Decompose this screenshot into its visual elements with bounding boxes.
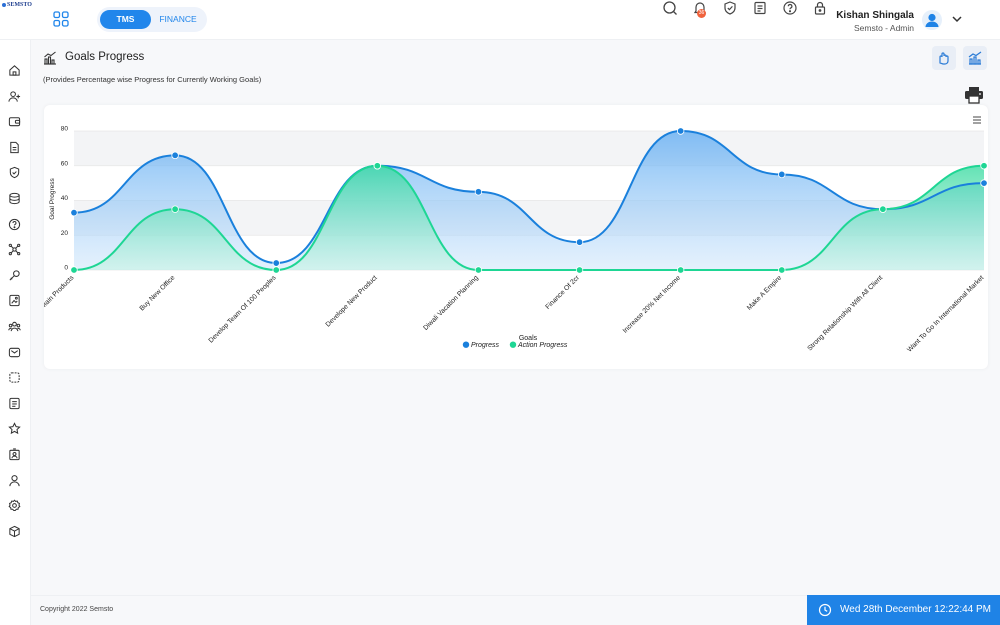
chart-menu-icon[interactable]: [973, 116, 981, 124]
data-point[interactable]: [778, 266, 786, 274]
wallet-icon[interactable]: [8, 115, 21, 128]
refresh-chart-button[interactable]: [932, 46, 956, 70]
print-icon[interactable]: [964, 86, 984, 104]
chart-view-button[interactable]: [963, 46, 987, 70]
notes-icon[interactable]: [752, 0, 768, 16]
home-icon[interactable]: [8, 64, 21, 77]
shield-check-icon[interactable]: [722, 0, 738, 16]
data-point[interactable]: [474, 266, 483, 274]
notification-badge: 36: [697, 9, 706, 18]
data-point[interactable]: [272, 266, 280, 274]
puzzle-icon[interactable]: [8, 371, 21, 384]
database-icon[interactable]: [8, 192, 21, 205]
clock-icon: [818, 603, 832, 617]
x-tick-label: Strong Relationship With All Client: [806, 274, 884, 352]
y-tick-label: 80: [61, 126, 69, 133]
x-tick-label: Want To Go In International Market: [906, 274, 985, 353]
shield-icon[interactable]: [8, 166, 21, 179]
user-name: Kishan Shingala: [836, 10, 914, 21]
x-tick-label: Main Products: [44, 274, 76, 310]
data-point[interactable]: [879, 205, 887, 213]
id-card-icon[interactable]: [8, 448, 21, 461]
data-point[interactable]: [70, 208, 78, 217]
settings-icon[interactable]: [8, 499, 21, 512]
y-axis-label: Goal Progress: [49, 177, 56, 219]
data-point[interactable]: [171, 205, 179, 213]
team-icon[interactable]: [8, 320, 21, 333]
datetime-text: Wed 28th December 12:22:44 PM: [840, 604, 992, 615]
avatar[interactable]: [922, 10, 942, 30]
page-subtitle: (Provides Percentage wise Progress for C…: [43, 75, 262, 84]
help-circle-icon[interactable]: [8, 218, 21, 231]
user-add-icon[interactable]: [8, 90, 21, 103]
chevron-down-icon[interactable]: [951, 14, 963, 24]
chart-growth-icon: [44, 51, 56, 65]
page-title: Goals Progress: [65, 51, 145, 63]
x-tick-label: Diwali Vacation Planning: [422, 274, 480, 332]
image-icon[interactable]: [8, 294, 21, 307]
y-tick-label: 20: [61, 230, 69, 237]
search-icon[interactable]: [662, 0, 678, 16]
legend-marker[interactable]: [462, 341, 470, 348]
data-point[interactable]: [474, 188, 483, 196]
data-point[interactable]: [171, 151, 179, 160]
user-role: Semsto - Admin: [854, 23, 914, 33]
logo-text: SEMSTO: [7, 2, 32, 8]
list-icon[interactable]: [8, 397, 21, 410]
data-point[interactable]: [778, 170, 786, 179]
data-point[interactable]: [980, 179, 988, 187]
data-point[interactable]: [676, 127, 685, 135]
module-switch: TMS FINANCE: [97, 7, 207, 32]
datetime-widget[interactable]: Wed 28th December 12:22:44 PM: [807, 595, 1000, 625]
apps-grid-icon[interactable]: [52, 10, 70, 28]
x-tick-label: Increase 20% Net Income: [622, 274, 682, 334]
copyright-text: Copyright 2022 Semsto: [40, 606, 114, 613]
x-tick-label: Buy New Office: [139, 274, 177, 312]
tab-tms[interactable]: TMS: [100, 10, 151, 29]
x-tick-label: Make A Empire: [746, 274, 783, 311]
star-icon[interactable]: [8, 422, 21, 435]
x-tick-label: Finance Of 2cr: [544, 274, 581, 311]
y-tick-label: 40: [61, 195, 69, 202]
y-tick-label: 0: [64, 265, 68, 272]
data-point[interactable]: [272, 259, 280, 267]
top-bar: SEMSTO TMS FINANCE 36 Kishan Shingala Se…: [0, 0, 1000, 40]
tab-finance[interactable]: FINANCE: [153, 10, 203, 29]
x-tick-label: Develope New Product: [325, 274, 379, 328]
data-point[interactable]: [980, 162, 988, 170]
data-point[interactable]: [676, 266, 685, 274]
data-point[interactable]: [575, 238, 584, 246]
x-tick-label: Develop Team Of 100 Peoples: [208, 274, 278, 344]
document-icon[interactable]: [8, 141, 21, 154]
main-content: Goals Progress (Provides Percentage wise…: [31, 40, 1000, 625]
data-point[interactable]: [373, 162, 382, 170]
legend-label[interactable]: Progress: [471, 342, 500, 349]
data-point[interactable]: [70, 266, 78, 274]
chart-icon: [968, 51, 982, 65]
tool-icon[interactable]: [8, 269, 21, 282]
semsto-logo[interactable]: SEMSTO: [2, 2, 32, 12]
chart-card: 0 20 40 60 80 Main Products Buy New Office Dev…: [44, 105, 988, 369]
mail-icon[interactable]: [8, 346, 21, 359]
hand-icon: [939, 52, 949, 65]
legend-marker[interactable]: [509, 341, 517, 348]
goals-progress-chart: 0 20 40 60 80 Main Products Buy New Office Dev…: [44, 116, 988, 354]
x-axis-label: Goals: [519, 335, 538, 342]
user-icon[interactable]: [8, 474, 21, 487]
box-icon[interactable]: [8, 525, 21, 538]
help-icon[interactable]: [782, 0, 798, 16]
data-point[interactable]: [575, 266, 584, 274]
legend-label[interactable]: Action Progress: [517, 342, 568, 349]
network-icon[interactable]: [8, 243, 21, 256]
sidebar: [0, 40, 31, 625]
y-tick-label: 60: [61, 160, 69, 167]
grid-band: [74, 131, 984, 166]
